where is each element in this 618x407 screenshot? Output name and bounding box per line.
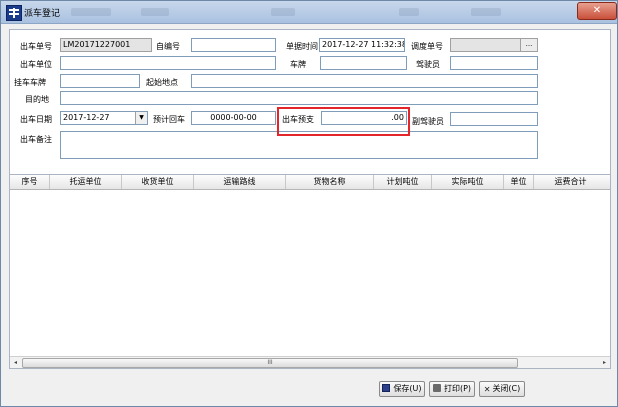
print-button-label: 打印(P) [443,384,472,393]
remark-label: 出车备注 [20,135,52,144]
blurred-title-text [399,8,419,16]
unit-field[interactable] [60,56,276,70]
blurred-title-text [271,8,295,16]
driver-label: 驾驶员 [416,60,440,69]
destination-field[interactable] [60,91,538,105]
trailer-label: 挂车车牌 [14,78,46,87]
unit-label: 出车单位 [20,60,52,69]
plate-field[interactable] [320,56,407,70]
window-title: 派车登记 [24,9,61,19]
order-no-field[interactable]: LM20171227001 [60,38,152,52]
print-button[interactable]: 打印(P) [429,381,475,397]
blurred-title-text [141,8,169,16]
trailer-field[interactable] [60,74,140,88]
scroll-thumb[interactable]: III [22,358,518,368]
horizontal-scrollbar[interactable]: ◂ III ▸ [10,356,610,368]
return-est-field[interactable]: 0000-00-00 [191,111,276,125]
doc-time-field[interactable]: 2017-12-27 11:32:38 [319,38,405,52]
order-no-label: 出车单号 [20,42,52,51]
blurred-title-text [71,8,111,16]
col-header-actual-tonnage[interactable]: 实际吨位 [432,175,504,189]
highlight-box [277,107,410,136]
app-icon [6,5,22,21]
self-no-label: 自编号 [156,42,180,51]
close-icon: ✕ [483,385,491,394]
depart-date-label: 出车日期 [20,115,52,124]
browse-button[interactable]: ... [520,39,537,51]
dispatch-no-label: 调度单号 [411,42,443,51]
origin-field[interactable] [191,74,538,88]
self-no-field[interactable] [191,38,276,52]
origin-label: 起始地点 [146,78,178,87]
col-header-consignee[interactable]: 收货单位 [122,175,194,189]
co-driver-field[interactable] [450,112,538,126]
chevron-down-icon[interactable]: ▼ [135,112,147,124]
depart-date-value: 2017-12-27 [63,113,110,122]
col-header-route[interactable]: 运输路线 [194,175,286,189]
printer-icon [432,384,441,392]
col-header-shipper[interactable]: 托运单位 [50,175,122,189]
dispatch-no-field[interactable]: ... [450,38,538,52]
col-header-plan-tonnage[interactable]: 计划吨位 [374,175,432,189]
detail-grid[interactable]: 序号 托运单位 收货单位 运输路线 货物名称 计划吨位 实际吨位 单位 运费合计… [9,174,611,369]
co-driver-label: 副驾驶员 [412,117,444,126]
driver-field[interactable] [450,56,538,70]
save-button[interactable]: 保存(U) [379,381,425,397]
doc-time-label: 单据时间 [286,42,318,51]
title-bar[interactable]: 派车登记 ✕ [1,1,617,24]
depart-date-dropdown[interactable]: 2017-12-27 ▼ [60,111,148,125]
close-button[interactable]: ✕ 关闭(C) [479,381,525,397]
plate-label: 车牌 [290,60,306,69]
destination-label: 目的地 [25,95,49,104]
scroll-right-icon[interactable]: ▸ [599,357,610,368]
scroll-left-icon[interactable]: ◂ [10,357,21,368]
col-header-unit[interactable]: 单位 [504,175,534,189]
return-est-label: 预计回车 [153,115,185,124]
save-button-label: 保存(U) [393,384,422,393]
col-header-goods[interactable]: 货物名称 [286,175,374,189]
window-close-button[interactable]: ✕ [577,2,617,20]
grid-header: 序号 托运单位 收货单位 运输路线 货物名称 计划吨位 实际吨位 单位 运费合计 [10,175,610,190]
dispatch-window: 派车登记 ✕ 出车单号 LM20171227001 自编号 单据时间 2017-… [0,0,618,407]
save-icon [382,384,391,392]
close-button-label: 关闭(C) [492,384,521,393]
col-header-freight-total[interactable]: 运费合计 [534,175,607,189]
blurred-title-text [471,8,501,16]
form-panel: 出车单号 LM20171227001 自编号 单据时间 2017-12-27 1… [9,29,611,176]
col-header-index[interactable]: 序号 [10,175,50,189]
